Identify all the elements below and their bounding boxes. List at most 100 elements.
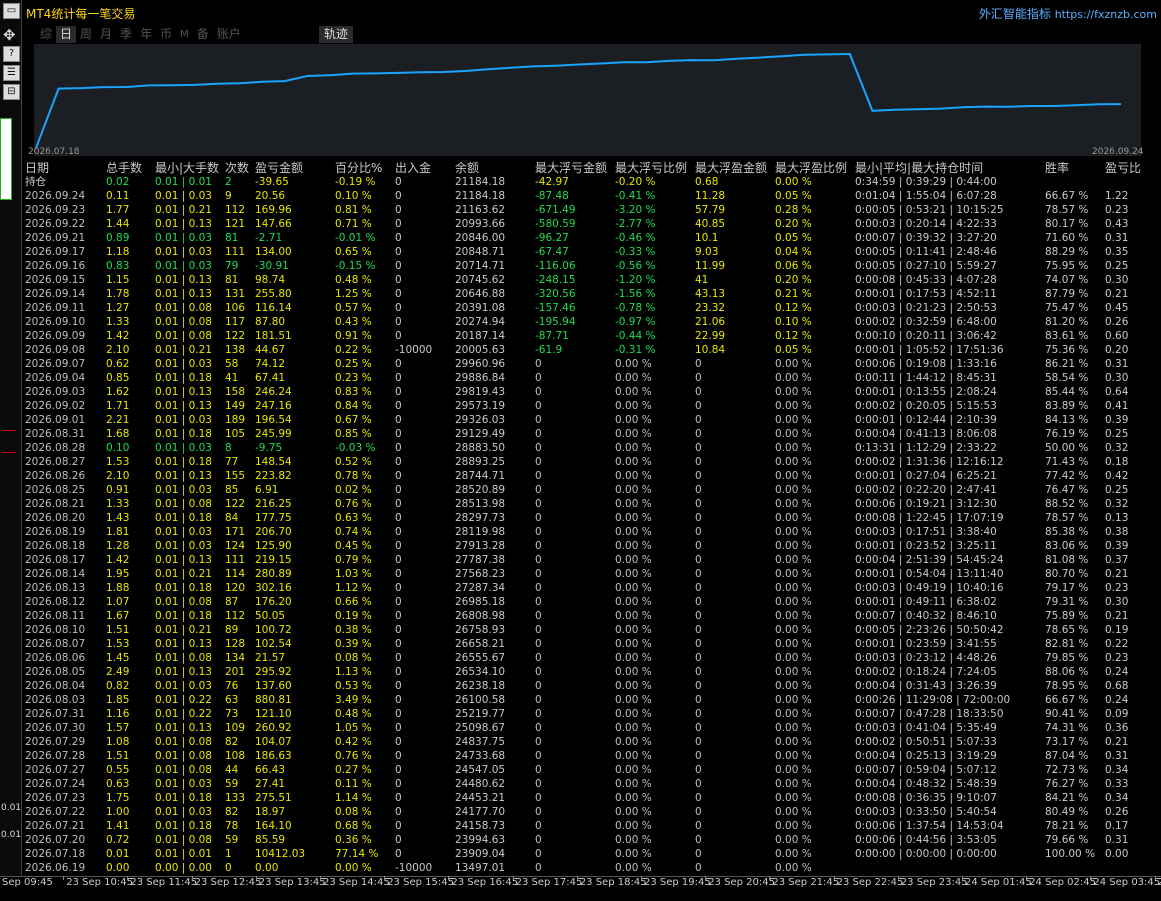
cell-d: 2026.07.23 [25,792,86,804]
cell-n: 76 [225,680,239,692]
col-header: 最大浮亏金额 [535,161,608,175]
window-icon[interactable]: ▭ [3,3,20,19]
cell-pl: 74.12 [255,358,286,370]
cell-flp: -0.33 % [615,246,656,258]
cell-pct: 0.65 % [335,246,372,258]
cell-mm: 0.01 | 0.18 [155,792,212,804]
col-header: 日期 [25,161,50,175]
cell-pct: 0.22 % [335,344,372,356]
cell-lots: 0.89 [106,232,130,244]
table-row: 2026.07.28 1.51 0.01 | 0.08 108 186.63 0.76 %… [22,749,1161,763]
cell-mm: 0.01 | 0.18 [155,456,212,468]
tab-3[interactable]: 月 [96,26,116,43]
cell-pl: -30.91 [255,260,289,272]
cell-bal: 27787.38 [455,554,506,566]
template-icon[interactable]: ⊟ [3,84,20,100]
cell-lots: 1.77 [106,204,130,216]
cell-win: 81.20 % [1045,316,1089,328]
object-list-icon[interactable]: ☰ [3,65,20,81]
help-icon[interactable]: ? [3,46,20,62]
cell-io: 0 [395,792,402,804]
cell-pct: 0.19 % [335,610,372,622]
cell-fp: 0 [695,736,702,748]
cell-flp: 0.00 % [615,610,652,622]
cell-rr: 0.45 [1105,302,1129,314]
cell-rr: 0.25 [1105,428,1129,440]
cell-rr: 0.68 [1105,680,1129,692]
brand-url[interactable]: https://fxznzb.com [1055,8,1157,21]
cell-bal: 23909.04 [455,848,506,860]
tab-2[interactable]: 周 [76,26,96,43]
time-tick: Sep 09:45 [2,877,53,888]
cell-fp: 0 [695,820,702,832]
cell-io: 0 [395,778,402,790]
cell-mm: 0.01 | 0.13 [155,218,212,230]
cell-pl: 87.80 [255,316,286,328]
cell-hold: 0:00:03 | 0:23:12 | 4:48:26 [855,652,997,664]
tick-mark [897,876,899,880]
tab-9[interactable]: 账户 [213,26,245,43]
table-row: 2026.09.15 1.15 0.01 | 0.13 81 98.74 0.48 % 0 2… [22,273,1161,287]
cell-d: 2026.08.04 [25,680,86,692]
price-line [2,430,16,431]
cell-fp: 0 [695,610,702,622]
table-row: 2026.09.17 1.18 0.01 | 0.03 111 134.00 0.65 %… [22,245,1161,259]
cell-n: 112 [225,610,246,622]
tab-6[interactable]: 币 [156,26,176,43]
tab-7[interactable]: M [176,26,193,43]
cell-pl: 104.07 [255,736,292,748]
cell-rr: 0.24 [1105,694,1129,706]
cell-rr: 0.23 [1105,582,1129,594]
cell-rr: 0.26 [1105,806,1129,818]
cell-lots: 0.55 [106,764,130,776]
table-row: 2026.09.09 1.42 0.01 | 0.08 122 181.51 0.91 %… [22,329,1161,343]
cell-pl: 20.56 [255,190,286,202]
cell-fl: 0 [535,428,542,440]
tab-track[interactable]: 轨迹 [319,26,354,43]
tab-4[interactable]: 季 [116,26,136,43]
cell-n: 201 [225,666,246,678]
crosshair-icon[interactable]: ✥ [3,26,16,44]
cell-fl: 0 [535,624,542,636]
cell-lots: 1.07 [106,596,130,608]
cell-fl: 0 [535,596,542,608]
brand-name[interactable]: 外汇智能指标 [979,7,1051,21]
cell-rr: 1.22 [1105,190,1129,202]
cell-d: 2026.09.14 [25,288,86,300]
tick-mark [191,876,193,880]
cell-fl: 0 [535,764,542,776]
cell-n: 8 [225,442,232,454]
cell-win: 76.19 % [1045,428,1089,440]
cell-bal: 29129.49 [455,428,506,440]
tab-1[interactable]: 日 [56,26,77,43]
tab-8[interactable]: 备 [193,26,213,43]
tab-5[interactable]: 年 [136,26,156,43]
cell-pct: 77.14 % [335,848,379,860]
cell-io: 0 [395,694,402,706]
col-header: 余额 [455,161,480,175]
table-row: 2026.09.08 2.10 0.01 | 0.21 138 44.67 0.22 % -… [22,343,1161,357]
cell-fpp: 0.00 % [775,428,812,440]
cell-win: 85.44 % [1045,386,1089,398]
cell-bal: 28119.98 [455,526,506,538]
table-row: 2026.08.11 1.67 0.01 | 0.18 112 50.05 0.19 % 0… [22,609,1161,623]
cell-win: 83.61 % [1045,330,1089,342]
cell-win: 79.31 % [1045,596,1089,608]
cell-d: 2026.09.04 [25,372,86,384]
cell-d: 2026.09.01 [25,414,86,426]
cell-flp: -2.77 % [615,218,656,230]
cell-win: 74.31 % [1045,722,1089,734]
cell-d: 2026.08.28 [25,442,86,454]
cell-d: 2026.07.24 [25,778,86,790]
tab-0[interactable]: 综 [36,26,56,43]
cell-io: 0 [395,484,402,496]
cell-fl: 0 [535,554,542,566]
cell-fl: 0 [535,400,542,412]
cell-fp: 21.06 [695,316,726,328]
time-tick: 23 Sep 21:45 [772,877,840,888]
cell-win: 78.21 % [1045,820,1089,832]
brand[interactable]: 外汇智能指标 https://fxznzb.com [979,5,1157,22]
cell-fl: -67.47 [535,246,569,258]
cell-lots: 1.43 [106,512,130,524]
cell-flp: 0.00 % [615,498,652,510]
